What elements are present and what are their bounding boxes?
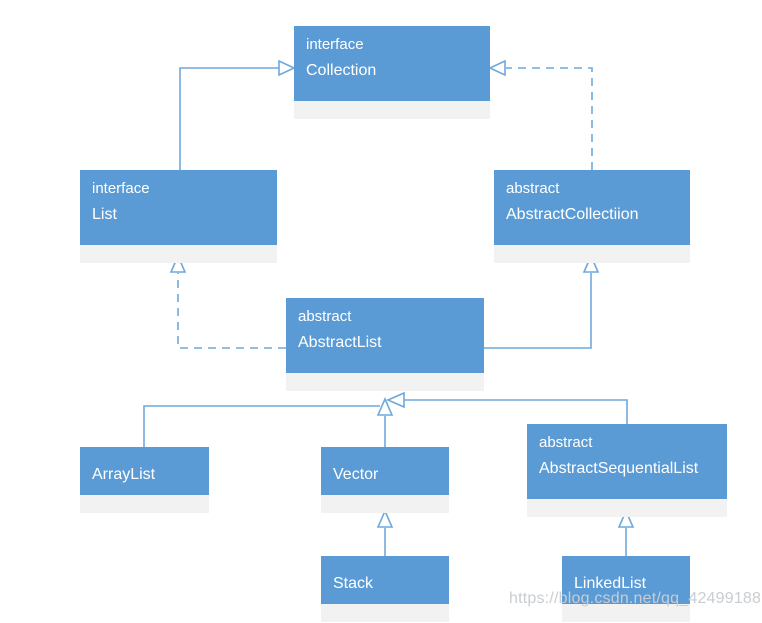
class-name: AbstractList xyxy=(298,334,382,351)
class-box-list[interactable]: interface List xyxy=(80,170,277,263)
class-name: AbstractCollectiion xyxy=(506,206,639,223)
class-box-footer xyxy=(321,495,449,513)
connector-abstractlist-to-list xyxy=(169,254,286,349)
class-box-stack-header: Stack xyxy=(321,556,449,604)
watermark-text: https://blog.csdn.net/qq_42499188 xyxy=(509,590,762,607)
class-box-abstract-sequential-list[interactable]: abstract AbstractSequentialList xyxy=(527,424,727,517)
connector-abstractsequentiallist-to-abstractlist xyxy=(386,391,628,424)
class-name: List xyxy=(92,206,117,223)
class-stereotype: interface xyxy=(92,180,150,197)
class-box-list-header: interface List xyxy=(80,170,277,245)
class-name: ArrayList xyxy=(92,466,156,483)
class-name: AbstractSequentialList xyxy=(539,460,699,477)
class-stereotype: abstract xyxy=(539,434,593,451)
class-box-stack[interactable]: Stack xyxy=(321,556,449,622)
class-stereotype: abstract xyxy=(298,308,352,325)
class-box-footer xyxy=(321,604,449,622)
class-box-abstract-collection-header: abstract AbstractCollectiion xyxy=(494,170,690,245)
class-name: Collection xyxy=(306,62,377,79)
connector-linkedlist-to-abstractsequentiallist xyxy=(617,509,635,556)
class-box-abstract-collection[interactable]: abstract AbstractCollectiion xyxy=(494,170,690,263)
class-box-array-list-header: ArrayList xyxy=(80,447,209,495)
class-box-collection[interactable]: interface Collection xyxy=(294,26,490,119)
class-box-abstract-list[interactable]: abstract AbstractList xyxy=(286,298,484,391)
class-box-footer xyxy=(494,245,690,263)
class-stereotype: abstract xyxy=(506,180,560,197)
class-box-footer xyxy=(80,245,277,263)
connector-list-to-collection xyxy=(179,59,296,170)
class-box-vector-header: Vector xyxy=(321,447,449,495)
connector-abstractlist-to-abstractcollection xyxy=(484,254,600,349)
class-box-footer xyxy=(80,495,209,513)
connector-abstractcollection-to-collection xyxy=(488,59,593,170)
class-box-array-list[interactable]: ArrayList xyxy=(80,447,209,513)
class-box-collection-header: interface Collection xyxy=(294,26,490,101)
class-name: Vector xyxy=(333,466,379,483)
class-box-footer xyxy=(527,499,727,517)
connector-vector-to-abstractlist xyxy=(376,397,394,447)
class-box-vector[interactable]: Vector xyxy=(321,447,449,513)
uml-class-diagram: interface Collection interface List abst… xyxy=(0,0,762,623)
class-box-footer xyxy=(294,101,490,119)
class-box-footer xyxy=(286,373,484,391)
class-name: Stack xyxy=(333,575,374,592)
connector-stack-to-vector xyxy=(376,509,394,556)
connector-arraylist-to-abstractlist xyxy=(143,405,380,447)
class-box-linked-list[interactable]: LinkedList xyxy=(562,556,690,622)
class-box-abstract-list-header: abstract AbstractList xyxy=(286,298,484,373)
class-stereotype: interface xyxy=(306,36,364,53)
class-box-abstract-sequential-list-header: abstract AbstractSequentialList xyxy=(527,424,727,499)
